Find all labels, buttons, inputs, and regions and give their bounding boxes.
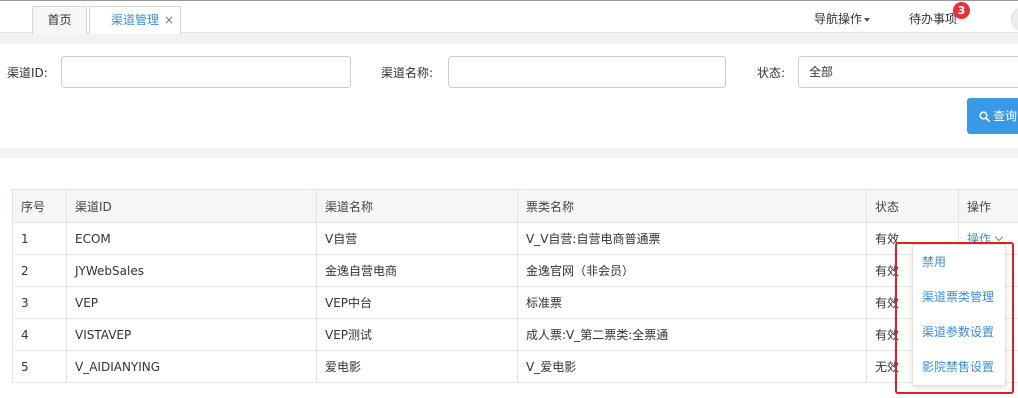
tab-home[interactable]: 首页 — [32, 6, 87, 34]
chevron-down-icon — [994, 232, 1004, 242]
operations-dropdown-menu: 禁用 渠道票类管理 渠道参数设置 影院禁售设置 — [912, 244, 1006, 386]
table-row: 1 ECOM V自营 V_V自营:自营电商普通票 有效 操作 — [12, 222, 1018, 255]
cell-ticket-name: 金逸官网（非会员） — [517, 254, 867, 287]
cell-ticket-name: V_爱电影 — [517, 350, 867, 383]
tab-bar: 首页 渠道管理 × 导航操作 待办事项 3 — [0, 0, 1018, 34]
tab-label: 渠道管理 — [110, 13, 159, 27]
col-header-channel-name: 渠道名称 — [316, 189, 518, 223]
table-row: 3 VEP VEP中台 标准票 有效 — [12, 286, 1018, 319]
col-header-channel-id: 渠道ID — [66, 189, 317, 223]
table-header-row: 序号 渠道ID 渠道名称 票类名称 状态 操作 — [12, 189, 1018, 223]
cell-channel-id: JYWebSales — [66, 254, 317, 287]
col-header-ticket-name: 票类名称 — [517, 189, 867, 223]
query-button-label: 查询 — [993, 109, 1018, 123]
menu-item-cinema-sales-ban-settings[interactable]: 影院禁售设置 — [913, 350, 1005, 385]
nav-operations-label: 导航操作 — [814, 12, 863, 26]
cell-channel-id: VISTAVEP — [66, 318, 317, 351]
cell-channel-name: VEP测试 — [316, 318, 518, 351]
query-button[interactable]: 查询 — [967, 98, 1018, 134]
nav-operations-menu[interactable]: 导航操作 — [814, 10, 871, 27]
col-header-status: 状态 — [866, 189, 959, 223]
cell-ticket-name: V_V自营:自营电商普通票 — [517, 222, 867, 255]
cell-channel-id: V_AIDIANYING — [66, 350, 317, 383]
cell-channel-name: V自营 — [316, 222, 518, 255]
cell-channel-name: VEP中台 — [316, 286, 518, 319]
channel-id-input[interactable] — [62, 57, 350, 87]
caret-down-icon — [864, 17, 871, 22]
cell-no: 4 — [12, 318, 67, 351]
menu-item-ticket-type-management[interactable]: 渠道票类管理 — [913, 280, 1005, 315]
cell-ticket-name: 成人票:V_第二票类:全票通 — [517, 318, 867, 351]
menu-item-disable[interactable]: 禁用 — [913, 245, 1005, 280]
cell-no: 3 — [12, 286, 67, 319]
col-header-actions: 操作 — [958, 189, 1018, 223]
cell-channel-name: 爱电影 — [316, 350, 518, 383]
search-panel: 渠道ID: 渠道名称: 状态: 全部 查询 — [0, 44, 1018, 148]
cell-channel-id: ECOM — [66, 222, 317, 255]
col-header-no: 序号 — [12, 189, 67, 223]
cell-ticket-name: 标准票 — [517, 286, 867, 319]
channel-id-field-wrap — [61, 56, 351, 88]
cell-no: 1 — [12, 222, 67, 255]
cell-channel-name: 金逸自营电商 — [316, 254, 518, 287]
search-icon — [979, 111, 990, 122]
todo-link[interactable]: 待办事项 — [909, 10, 957, 27]
close-icon[interactable]: × — [164, 7, 174, 34]
channel-table: 序号 渠道ID 渠道名称 票类名称 状态 操作 1 ECOM V自营 V_V自营… — [12, 189, 1018, 383]
tab-channel-management[interactable]: 渠道管理 × — [89, 6, 181, 34]
channel-name-field-wrap — [448, 56, 726, 88]
cell-no: 5 — [12, 350, 67, 383]
cell-channel-id: VEP — [66, 286, 317, 319]
channel-name-input[interactable] — [449, 57, 725, 87]
table-row: 2 JYWebSales 金逸自营电商 金逸官网（非会员） 有效 — [12, 254, 1018, 287]
todo-count-badge: 3 — [953, 2, 970, 19]
table-row: 4 VISTAVEP VEP测试 成人票:V_第二票类:全票通 有效 — [12, 318, 1018, 351]
cell-no: 2 — [12, 254, 67, 287]
status-select[interactable]: 全部 — [798, 56, 1018, 88]
status-label: 状态: — [757, 66, 786, 80]
table-row: 5 V_AIDIANYING 爱电影 V_爱电影 无效 — [12, 350, 1018, 383]
menu-item-channel-parameter-settings[interactable]: 渠道参数设置 — [913, 315, 1005, 350]
channel-id-label: 渠道ID: — [7, 66, 48, 80]
table-panel: 序号 渠道ID 渠道名称 票类名称 状态 操作 1 ECOM V自营 V_V自营… — [0, 158, 1018, 398]
avatar[interactable] — [1011, 7, 1018, 31]
channel-name-label: 渠道名称: — [381, 66, 434, 80]
